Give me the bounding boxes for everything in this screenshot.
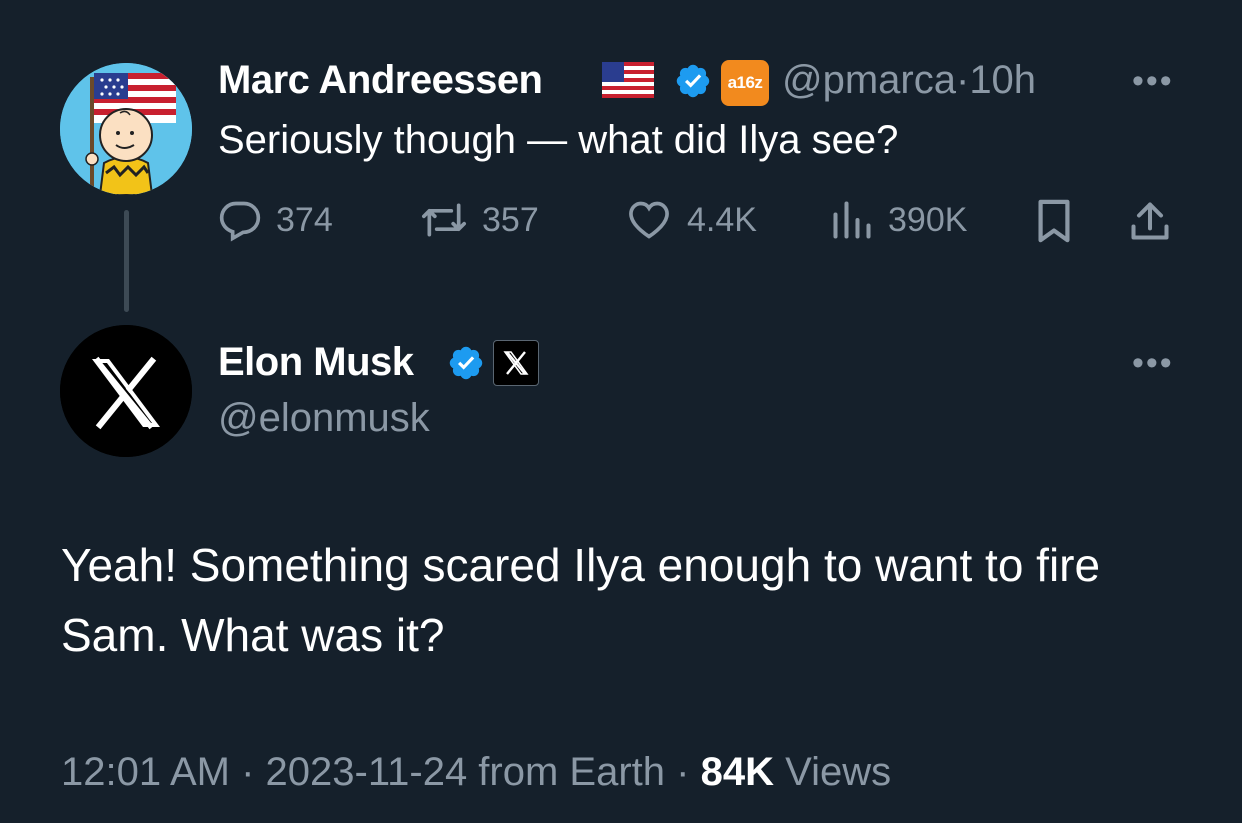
tweet-text: Seriously though — what did Ilya see? (218, 118, 899, 162)
share-button[interactable] (1128, 198, 1172, 244)
avatar-elon[interactable] (60, 325, 192, 457)
repost-count: 357 (482, 200, 539, 239)
us-flag-icon (602, 62, 654, 103)
x-affiliation-badge[interactable] (493, 340, 539, 386)
reply-button[interactable]: 374 (218, 198, 333, 242)
reply-icon (219, 201, 261, 242)
separator-dot: · (955, 58, 970, 102)
analytics-icon (833, 201, 871, 239)
tweet-timestamp[interactable]: 12:01 AM · 2023-11-24 from Earth · (61, 750, 689, 794)
x-logo-icon (60, 325, 192, 457)
like-count: 4.4K (687, 200, 757, 239)
tweet-text: Yeah! Something scared Ilya enough to wa… (61, 539, 1101, 661)
bookmark-button[interactable] (1034, 198, 1074, 244)
author-name[interactable]: Marc Andreessen (218, 58, 543, 103)
heart-icon (629, 201, 669, 239)
author-name[interactable]: Elon Musk (218, 340, 414, 385)
share-icon (1131, 202, 1169, 240)
repost-icon (422, 203, 466, 237)
author-handle[interactable]: @elonmusk (218, 396, 430, 441)
tweet-time[interactable]: 10h (969, 58, 1036, 102)
more-options-icon[interactable]: ••• (1132, 64, 1174, 98)
repost-button[interactable]: 357 (420, 198, 539, 242)
x-logo-icon (503, 351, 529, 375)
a16z-affiliation-badge[interactable]: a16z (721, 60, 769, 106)
tweet-meta: 12:01 AM · 2023-11-24 from Earth · 84K V… (61, 750, 891, 795)
views-count[interactable]: 84K (701, 750, 774, 794)
views-count: 390K (888, 200, 968, 239)
views-label: Views (785, 750, 892, 794)
verified-badge-icon[interactable] (674, 62, 712, 105)
more-options-icon[interactable]: ••• (1132, 346, 1174, 380)
verified-badge-icon[interactable] (447, 344, 485, 387)
reply-count: 374 (276, 200, 333, 239)
avatar-marc[interactable] (60, 63, 192, 195)
thread-connector-line (124, 210, 129, 312)
author-handle[interactable]: @pmarca (782, 58, 956, 102)
avatar-illustration (60, 63, 192, 195)
views-button[interactable]: 390K (830, 198, 967, 242)
bookmark-icon (1038, 199, 1070, 243)
like-button[interactable]: 4.4K (625, 198, 757, 242)
